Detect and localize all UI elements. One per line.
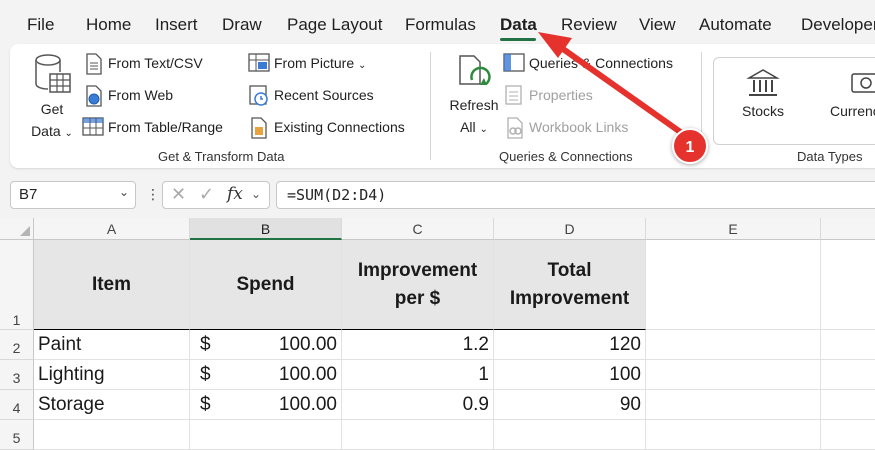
annotation-badge: 1 (672, 128, 708, 164)
annotation-arrow (538, 32, 689, 139)
